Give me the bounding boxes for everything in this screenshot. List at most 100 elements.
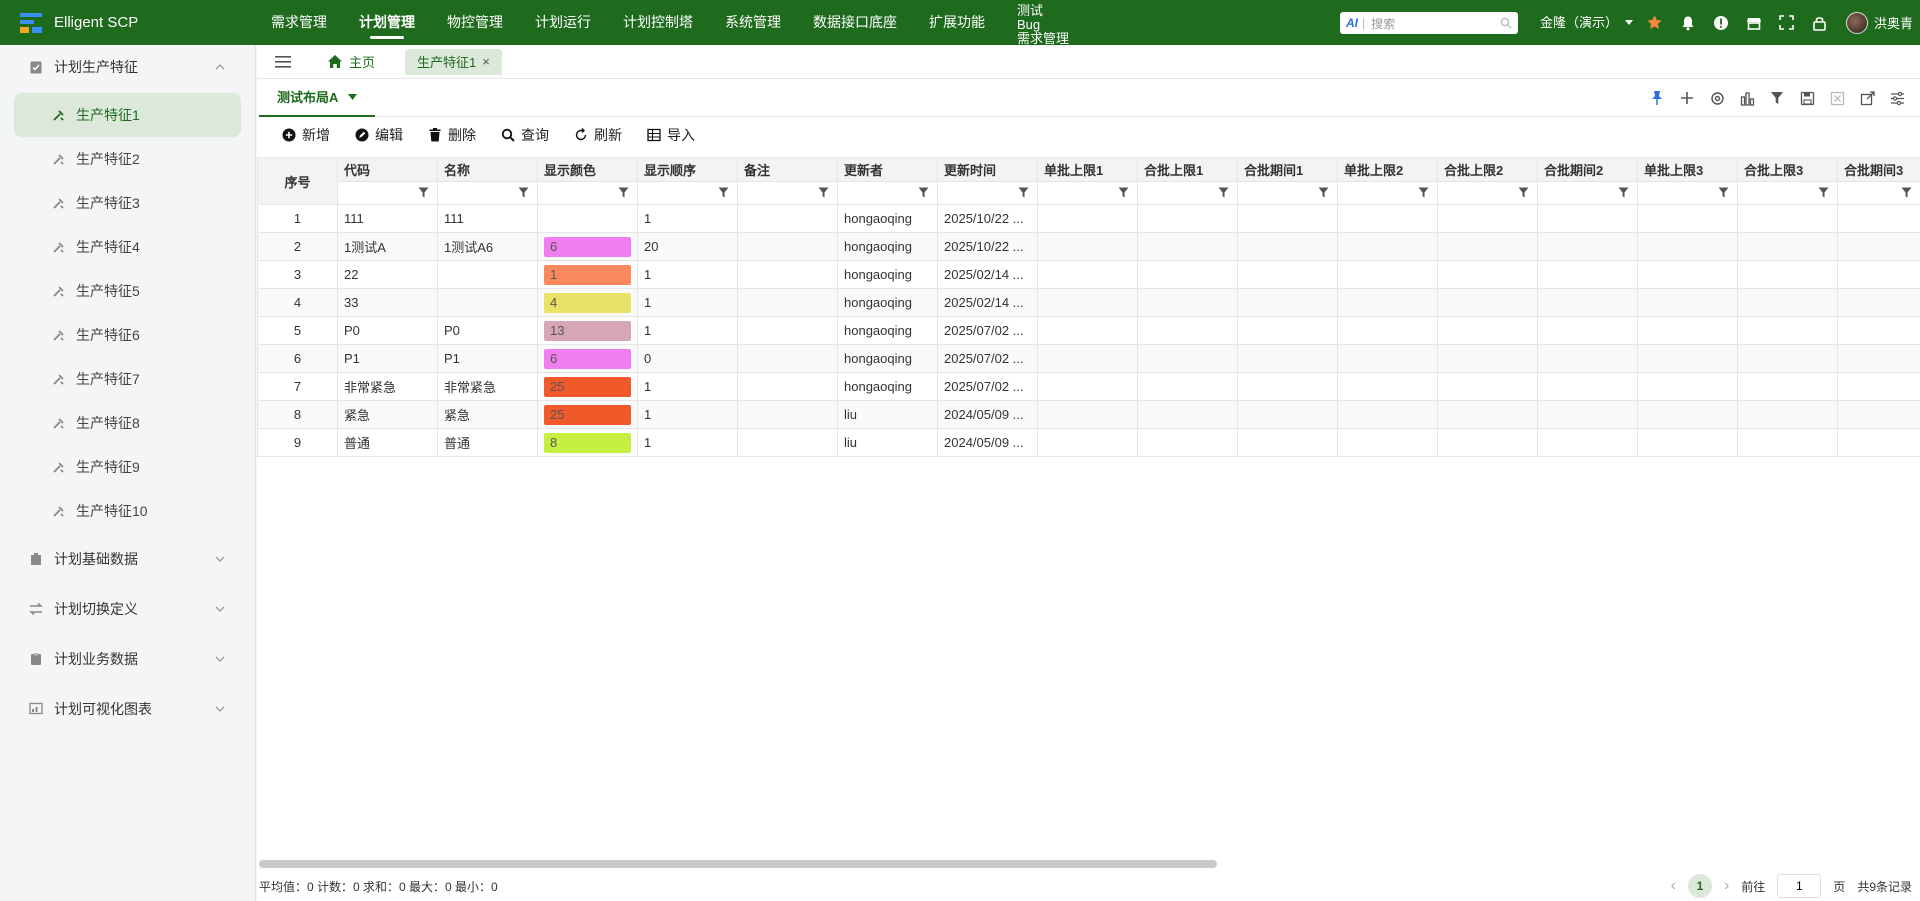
sliders-icon[interactable]	[1888, 89, 1906, 107]
color-cell[interactable]: 25	[537, 400, 638, 429]
filter-icon[interactable]	[618, 186, 629, 201]
column-filter-cell[interactable]	[1037, 181, 1138, 205]
cell-empty[interactable]	[1537, 260, 1638, 289]
cell-code[interactable]: P0	[337, 316, 438, 345]
column-header[interactable]: 更新者	[837, 157, 938, 182]
filter-icon[interactable]	[1718, 186, 1729, 201]
cell-empty[interactable]	[1337, 260, 1438, 289]
cell-empty[interactable]	[1037, 400, 1138, 429]
cell-empty[interactable]	[1837, 316, 1920, 345]
nav-item-control-tower[interactable]: 计划控制塔	[607, 0, 709, 45]
close-icon[interactable]: ×	[482, 54, 490, 69]
cell-name[interactable]: P1	[437, 344, 538, 373]
cell-empty[interactable]	[1837, 344, 1920, 373]
cell-time[interactable]: 2025/07/02 ...	[937, 372, 1038, 401]
column-header[interactable]: 备注	[737, 157, 838, 182]
cell-empty[interactable]	[1037, 316, 1138, 345]
cell-empty[interactable]	[1437, 372, 1538, 401]
cell-empty[interactable]	[1337, 232, 1438, 261]
column-filter-cell[interactable]	[1737, 181, 1838, 205]
column-header[interactable]: 单批上限1	[1037, 157, 1138, 182]
cell-empty[interactable]	[1737, 400, 1838, 429]
sidebar-item-feature-4[interactable]: 生产特征4	[14, 225, 241, 269]
cell-empty[interactable]	[1637, 400, 1738, 429]
column-header[interactable]: 合批上限3	[1737, 157, 1838, 182]
cell-empty[interactable]	[1837, 372, 1920, 401]
search-icon[interactable]	[1500, 17, 1512, 29]
cell-order[interactable]: 20	[637, 232, 738, 261]
cell-empty[interactable]	[1737, 288, 1838, 317]
cell-empty[interactable]	[1037, 260, 1138, 289]
settings-gear-icon[interactable]	[1708, 89, 1726, 107]
cell-empty[interactable]	[1437, 232, 1538, 261]
column-filter-cell[interactable]	[937, 181, 1038, 205]
cell-order[interactable]: 1	[637, 372, 738, 401]
cell-name[interactable]: 紧急	[437, 400, 538, 429]
column-filter-cell[interactable]	[1437, 181, 1538, 205]
cell-empty[interactable]	[1137, 288, 1238, 317]
horizontal-scrollbar[interactable]	[257, 857, 1920, 869]
cell-empty[interactable]	[1637, 316, 1738, 345]
filter-icon[interactable]	[1618, 186, 1629, 201]
nav-item-extensions[interactable]: 扩展功能	[913, 0, 1001, 45]
cell-empty[interactable]	[1137, 232, 1238, 261]
cell-time[interactable]: 2024/05/09 ...	[937, 400, 1038, 429]
cell-note[interactable]	[737, 428, 838, 457]
cell-time[interactable]: 2024/05/09 ...	[937, 428, 1038, 457]
cell-empty[interactable]	[1837, 260, 1920, 289]
cell-empty[interactable]	[1737, 260, 1838, 289]
cell-empty[interactable]	[1337, 372, 1438, 401]
cell-time[interactable]: 2025/10/22 ...	[937, 232, 1038, 261]
cell-name[interactable]: 111	[437, 204, 538, 233]
column-filter-cell[interactable]	[437, 181, 538, 205]
cell-empty[interactable]	[1237, 372, 1338, 401]
column-filter-cell[interactable]	[737, 181, 838, 205]
sidebar-item-feature-1[interactable]: 生产特征1	[14, 93, 241, 137]
star-icon[interactable]	[1645, 13, 1664, 32]
cell-code[interactable]: P1	[337, 344, 438, 373]
tenant-selector[interactable]: 金隆（演示）	[1540, 0, 1634, 45]
filter-icon[interactable]	[718, 186, 729, 201]
table-row[interactable]: 1 111 111 1 hongaoqing 2025/10/22 ...	[257, 204, 1920, 233]
cell-code[interactable]: 22	[337, 260, 438, 289]
cell-empty[interactable]	[1637, 372, 1738, 401]
sidebar-group-switch-definition[interactable]: 计划切换定义	[0, 587, 255, 631]
sidebar-item-feature-10[interactable]: 生产特征10	[14, 489, 241, 533]
tab-current[interactable]: 生产特征1 ×	[405, 48, 502, 75]
filter-icon[interactable]	[1318, 186, 1329, 201]
cell-empty[interactable]	[1837, 428, 1920, 457]
cell-empty[interactable]	[1437, 260, 1538, 289]
color-cell[interactable]: 6	[537, 344, 638, 373]
cell-note[interactable]	[737, 232, 838, 261]
nav-item-plan-run[interactable]: 计划运行	[519, 0, 607, 45]
cell-code[interactable]: 紧急	[337, 400, 438, 429]
refresh-button[interactable]: 刷新	[573, 125, 622, 145]
filter-icon[interactable]	[1218, 186, 1229, 201]
cell-empty[interactable]	[1237, 400, 1338, 429]
cell-empty[interactable]	[1337, 288, 1438, 317]
cell-empty[interactable]	[1137, 204, 1238, 233]
cell-time[interactable]: 2025/02/14 ...	[937, 260, 1038, 289]
color-cell[interactable]: 4	[537, 288, 638, 317]
cell-empty[interactable]	[1237, 260, 1338, 289]
pin-icon[interactable]	[1648, 89, 1666, 107]
filter-icon[interactable]	[1518, 186, 1529, 201]
cell-empty[interactable]	[1137, 400, 1238, 429]
color-cell[interactable]: 1	[537, 260, 638, 289]
sidebar-item-feature-5[interactable]: 生产特征5	[14, 269, 241, 313]
cell-updater[interactable]: hongaoqing	[837, 372, 938, 401]
chart-icon[interactable]	[1738, 89, 1756, 107]
nav-item-system[interactable]: 系统管理	[709, 0, 797, 45]
sidebar-item-feature-6[interactable]: 生产特征6	[14, 313, 241, 357]
cell-empty[interactable]	[1237, 428, 1338, 457]
cell-order[interactable]: 1	[637, 400, 738, 429]
filter-icon[interactable]	[518, 186, 529, 201]
column-filter-cell[interactable]	[1237, 181, 1338, 205]
cell-empty[interactable]	[1837, 400, 1920, 429]
cell-empty[interactable]	[1537, 344, 1638, 373]
cell-empty[interactable]	[1237, 232, 1338, 261]
table-row[interactable]: 8 紧急 紧急 25 1 liu 2024/05/09 ...	[257, 400, 1920, 429]
table-row[interactable]: 4 33 4 1 hongaoqing 2025/02/14 ...	[257, 288, 1920, 317]
column-header[interactable]: 合批期间3	[1837, 157, 1920, 182]
cell-code[interactable]: 1测试A	[337, 232, 438, 261]
